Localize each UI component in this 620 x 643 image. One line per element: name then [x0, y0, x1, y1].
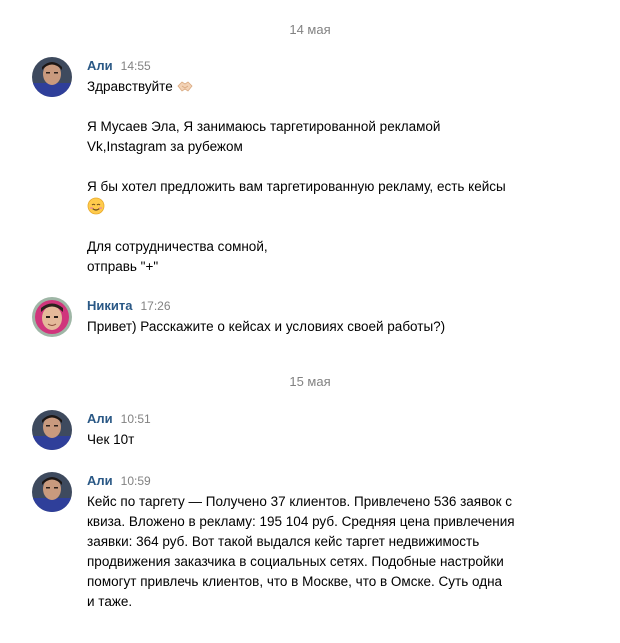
message-text: Чек 10т [87, 430, 557, 450]
message-line: Я бы хотел предложить вам таргетированну… [87, 179, 506, 194]
message-time[interactable]: 17:26 [140, 299, 170, 313]
message-line: Я Мусаев Эла, Я занимаюсь таргетированно… [87, 119, 441, 134]
text-line: Здравствуйте [87, 79, 173, 94]
date-separator: 15 мая [289, 374, 331, 389]
handshake-emoji-icon [176, 77, 194, 95]
message-line: Кейс по таргету — Получено 37 клиентов. … [87, 494, 513, 509]
avatar[interactable] [32, 297, 72, 337]
author-name[interactable]: Никита [87, 298, 132, 313]
author-name[interactable]: Али [87, 58, 113, 73]
message-line: Привет) Расскажите о кейсах и условиях с… [87, 319, 446, 334]
message-line: отправь "+" [87, 259, 159, 274]
message-text: Кейс по таргету — Получено 37 клиентов. … [87, 492, 557, 612]
smiling-face-emoji-icon [87, 197, 105, 215]
message-header: Али 14:55 [87, 58, 151, 73]
date-separator: 14 мая [289, 22, 331, 37]
message-line: квиза. Вложено в рекламу: 195 104 руб. С… [87, 514, 515, 529]
avatar[interactable] [32, 410, 72, 450]
message-header: Али 10:51 [87, 411, 151, 426]
message-ali-1059: Али 10:59 Кейс по таргету — Получено 37 к… [32, 472, 592, 617]
message-header: Али 10:59 [87, 473, 151, 488]
message-text: Привет) Расскажите о кейсах и условиях с… [87, 317, 557, 337]
message-time[interactable]: 10:51 [121, 412, 151, 426]
message-line: Vk,Instagram за рубежом [87, 139, 243, 154]
avatar[interactable] [32, 472, 72, 512]
message-line: помогут привлечь клиентов, что в Москве,… [87, 574, 503, 589]
author-name[interactable]: Али [87, 411, 113, 426]
message-time[interactable]: 10:59 [121, 474, 151, 488]
message-nikita-1726: Никита 17:26 Привет) Расскажите о кейсах … [32, 297, 592, 342]
message-line: продвижения заказчика в социальных сетях… [87, 554, 504, 569]
message-line: Чек 10т [87, 432, 135, 447]
message-time[interactable]: 14:55 [121, 59, 151, 73]
chat-history: 14 мая Али 14:55 Здравствуйте Я Мусаев Эл… [0, 0, 620, 643]
message-line: Для сотрудничества сомной, [87, 239, 268, 254]
message-line: заявки: 364 руб. Вот такой выдался кейс … [87, 534, 480, 549]
message-line [87, 197, 557, 217]
message-ali-1455: Али 14:55 Здравствуйте Я Мусаев Эла, Я за… [32, 57, 592, 277]
avatar[interactable] [32, 57, 72, 97]
message-line: и таже. [87, 594, 133, 609]
message-ali-1051: Али 10:51 Чек 10т [32, 410, 592, 455]
message-text: Здравствуйте Я Мусаев Эла, Я занимаюсь т… [87, 77, 557, 277]
message-header: Никита 17:26 [87, 298, 171, 313]
message-line: Здравствуйте [87, 77, 557, 97]
author-name[interactable]: Али [87, 473, 113, 488]
